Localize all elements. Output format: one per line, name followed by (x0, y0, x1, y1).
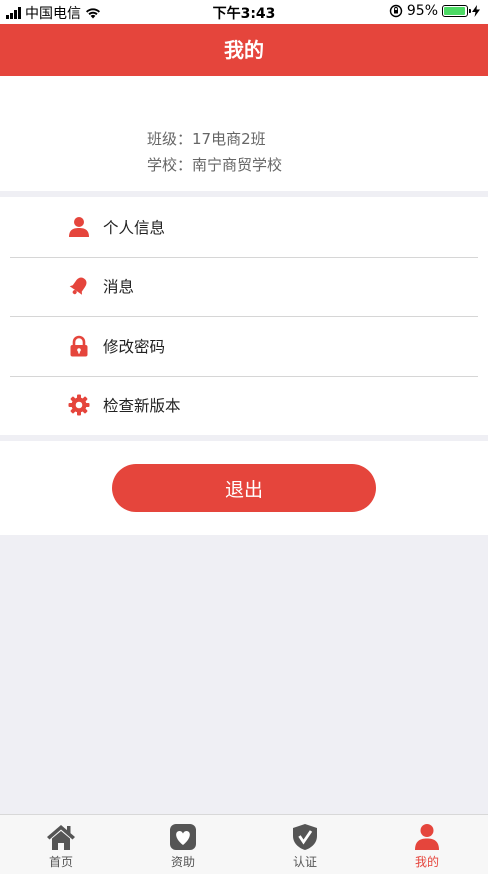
heart-icon (168, 822, 198, 852)
shield-check-icon (290, 822, 320, 852)
status-right: 95% (389, 3, 480, 19)
gear-icon (68, 394, 90, 416)
tab-home[interactable]: 首页 (0, 815, 122, 874)
menu-item-label: 消息 (103, 278, 135, 297)
tab-funding[interactable]: 资助 (122, 815, 244, 874)
home-icon (46, 822, 76, 852)
logout-button[interactable]: 退出 (112, 464, 376, 512)
class-info: 班级：17电商2班 (147, 130, 266, 148)
tab-label: 资助 (170, 855, 195, 869)
tab-label: 我的 (414, 855, 439, 869)
menu-item-label: 检查新版本 (103, 397, 181, 416)
orientation-lock-icon (389, 4, 403, 18)
profile-card: 班级：17电商2班 学校：南宁商贸学校 (0, 76, 488, 191)
tab-mine[interactable]: 我的 (366, 815, 488, 874)
status-bar: 中国电信 下午3:43 95% (0, 0, 488, 24)
school-info: 学校：南宁商贸学校 (147, 156, 283, 174)
person-icon (68, 216, 90, 238)
bell-icon (68, 275, 90, 297)
screen: 中国电信 下午3:43 95% 我的 班级：17电商2班 学校：南宁商贸学校 个… (0, 0, 488, 874)
charging-bolt-icon (472, 5, 480, 17)
battery-fill (444, 7, 465, 15)
tab-bar: 首页 资助 认证 我的 (0, 814, 488, 874)
menu-item-change-password[interactable]: 修改密码 (0, 316, 488, 376)
logout-section: 退出 (0, 441, 488, 535)
person-icon (412, 822, 442, 852)
settings-menu: 个人信息 消息 修改密码 检查新版本 (0, 197, 488, 435)
menu-item-messages[interactable]: 消息 (0, 256, 488, 317)
lock-icon (68, 335, 90, 357)
menu-item-label: 个人信息 (103, 218, 166, 237)
tab-label: 首页 (48, 855, 73, 869)
battery-percent: 95% (406, 3, 438, 19)
menu-item-label: 修改密码 (103, 337, 166, 356)
tab-label: 认证 (292, 855, 317, 869)
page-title: 我的 (224, 38, 264, 62)
tab-verify[interactable]: 认证 (244, 815, 366, 874)
battery-icon (442, 5, 471, 17)
menu-item-check-update[interactable]: 检查新版本 (0, 375, 488, 436)
menu-item-profile[interactable]: 个人信息 (0, 197, 488, 257)
nav-bar: 我的 (0, 24, 488, 76)
